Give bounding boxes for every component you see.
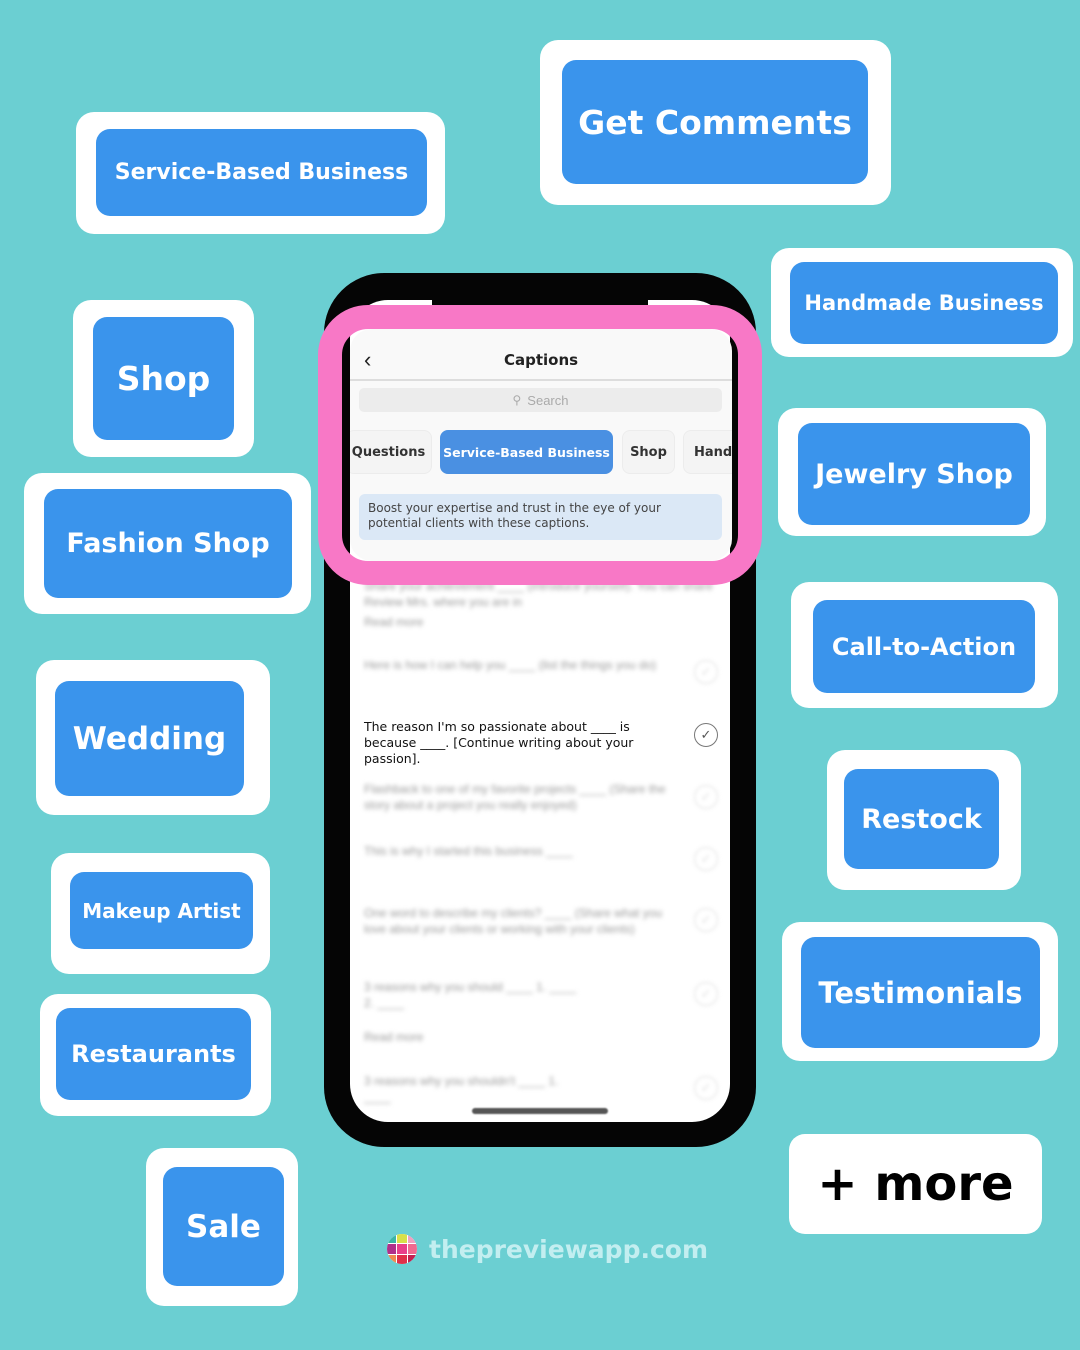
tag-label: Restock — [844, 769, 999, 869]
caption-blurred: This is why I started this business ____ — [364, 844, 573, 858]
tag-label: Jewelry Shop — [798, 423, 1030, 525]
caption-blurred: 3 reasons why you shouldn't ____ 1. ____ — [364, 1074, 559, 1104]
tag-restaurants[interactable]: Restaurants — [40, 994, 271, 1116]
tag-makeup-artist[interactable]: Makeup Artist — [51, 853, 270, 974]
caption-blurred: One word to describe my clients? ____ (S… — [364, 906, 663, 936]
tag-handmade-business[interactable]: Handmade Business — [771, 248, 1073, 357]
tag-label: Testimonials — [801, 937, 1040, 1048]
tag-label: Wedding — [55, 681, 244, 796]
tag-testimonials[interactable]: Testimonials — [782, 922, 1058, 1061]
footer-brand: thepreviewapp.com — [387, 1234, 708, 1264]
tag-service-based-business[interactable]: Service-Based Business — [76, 112, 445, 234]
tag-label: Restaurants — [56, 1008, 251, 1100]
more-button[interactable]: + more — [789, 1134, 1042, 1234]
read-more-blurred: Read more — [364, 615, 424, 629]
tag-label: Makeup Artist — [70, 872, 253, 949]
caption-blurred: Flashback to one of my favorite projects… — [364, 782, 666, 812]
tag-jewelry-shop[interactable]: Jewelry Shop — [778, 408, 1046, 536]
check-icon[interactable]: ✓ — [694, 1076, 718, 1100]
check-icon[interactable]: ✓ — [694, 982, 718, 1006]
caption-blurred: Here is how I can help you ____ (list th… — [364, 658, 657, 672]
tag-label: Handmade Business — [790, 262, 1058, 344]
tag-get-comments[interactable]: Get Comments — [540, 40, 891, 205]
tag-label: Get Comments — [562, 60, 868, 184]
tag-label: Fashion Shop — [44, 489, 292, 598]
tag-label: Shop — [93, 317, 234, 440]
tag-call-to-action[interactable]: Call-to-Action — [791, 582, 1058, 708]
check-icon[interactable]: ✓ — [694, 660, 718, 684]
check-icon[interactable]: ✓ — [694, 785, 718, 809]
tag-fashion-shop[interactable]: Fashion Shop — [24, 473, 311, 614]
home-indicator — [472, 1108, 608, 1114]
check-icon[interactable]: ✓ — [694, 847, 718, 871]
caption-blurred: 3 reasons why you should ____ 1. ____ 2.… — [364, 980, 577, 1010]
highlight-frame — [318, 305, 762, 585]
tag-wedding[interactable]: Wedding — [36, 660, 270, 815]
more-label: + more — [817, 1156, 1014, 1212]
tag-shop[interactable]: Shop — [73, 300, 254, 457]
tag-label: Service-Based Business — [96, 129, 427, 216]
tag-sale[interactable]: Sale — [146, 1148, 298, 1306]
brand-url: thepreviewapp.com — [429, 1234, 709, 1264]
tag-restock[interactable]: Restock — [827, 750, 1021, 890]
check-icon[interactable]: ✓ — [694, 723, 718, 747]
check-icon[interactable]: ✓ — [694, 908, 718, 932]
read-more-blurred: Read more — [364, 1030, 424, 1044]
caption-text[interactable]: The reason I'm so passionate about ____ … — [364, 719, 674, 767]
preview-logo-icon — [387, 1234, 417, 1264]
tag-label: Sale — [163, 1167, 284, 1286]
tag-label: Call-to-Action — [813, 600, 1035, 693]
